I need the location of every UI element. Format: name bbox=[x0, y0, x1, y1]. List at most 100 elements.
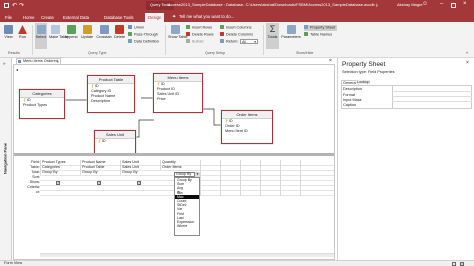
show-checkbox[interactable]: ✓ bbox=[97, 181, 101, 185]
mouse-pointer-icon: ↖ bbox=[177, 190, 182, 196]
field-row[interactable]: Price bbox=[154, 97, 202, 102]
grid-cell-total[interactable]: Group By bbox=[40, 170, 80, 176]
total-dropdown-list[interactable]: Group By Sum Avg Min Max Count StDev Var… bbox=[174, 177, 200, 236]
feedback-smiley-icon[interactable]: ☺ bbox=[422, 1, 428, 7]
field-row[interactable]: Menu Item ID bbox=[222, 129, 272, 134]
status-bar: Form View bbox=[0, 260, 474, 266]
view-switch-icon[interactable] bbox=[460, 262, 464, 266]
return-icon bbox=[220, 39, 224, 43]
append-icon bbox=[66, 25, 76, 34]
grid-cell-table[interactable]: Order Items bbox=[160, 165, 200, 171]
show-checkbox[interactable]: ✓ bbox=[56, 181, 60, 185]
property-sheet-title: Property Sheet bbox=[342, 61, 386, 68]
collapse-ribbon-icon[interactable]: ˄ bbox=[466, 50, 468, 55]
close-button[interactable]: × bbox=[463, 1, 467, 7]
table-diagram-area[interactable]: ◂ Categories ⚷ ID Product Types Product … bbox=[14, 65, 334, 153]
return-label: Return: bbox=[220, 39, 238, 45]
make-table-icon bbox=[51, 25, 60, 34]
property-row-label: Format bbox=[343, 93, 356, 97]
grid-cell-total[interactable]: Group By bbox=[80, 170, 120, 176]
minimize-button[interactable]: – bbox=[440, 1, 443, 7]
close-icon[interactable]: × bbox=[466, 60, 469, 66]
table-names-button[interactable]: Table Names bbox=[304, 32, 332, 38]
insert-rows-button[interactable]: Insert Rows bbox=[186, 25, 212, 31]
parameters-button[interactable]: Parameters bbox=[281, 25, 301, 39]
row-label-or: or: bbox=[35, 190, 40, 194]
delete-rows-icon bbox=[186, 32, 190, 36]
return-dropdown[interactable]: All ▾ bbox=[240, 39, 258, 44]
table-product-table-title[interactable]: Product Table bbox=[88, 76, 134, 84]
run-icon bbox=[18, 25, 27, 34]
tab-lookup[interactable]: Lookup bbox=[356, 80, 371, 84]
view-switch-icon[interactable] bbox=[452, 262, 456, 266]
grid-empty-column[interactable] bbox=[240, 160, 260, 196]
grid-horizontal-scrollbar[interactable] bbox=[40, 253, 334, 257]
diagram-scroll-left-icon[interactable]: ◂ bbox=[16, 67, 18, 72]
group-separator bbox=[263, 25, 264, 55]
field-row[interactable]: Product Types bbox=[20, 103, 64, 108]
dropdown-option[interactable]: Where bbox=[175, 224, 199, 228]
pane-splitter[interactable] bbox=[14, 153, 334, 156]
table-product-table[interactable]: Product Table ⚷ ID Category ID Product N… bbox=[87, 75, 135, 113]
expand-arrow-icon[interactable]: » bbox=[3, 61, 6, 66]
make-table-button[interactable]: Make Table bbox=[49, 25, 68, 39]
grid-empty-column[interactable] bbox=[200, 160, 220, 196]
tab-file[interactable]: File bbox=[2, 13, 15, 22]
run-button[interactable]: Run bbox=[17, 25, 28, 39]
table-categories-title[interactable]: Categories bbox=[20, 90, 64, 98]
maximize-button[interactable] bbox=[451, 3, 456, 8]
redo-icon[interactable]: ↷ bbox=[19, 2, 24, 9]
table-names-icon bbox=[304, 32, 308, 36]
grid-empty-column[interactable] bbox=[220, 160, 240, 196]
property-grid: Description Format Input Mask Caption bbox=[341, 85, 472, 109]
tab-external-data[interactable]: External Data bbox=[60, 13, 92, 22]
pass-through-icon bbox=[128, 32, 132, 36]
property-sheet-button[interactable]: Property Sheet bbox=[304, 25, 338, 31]
table-categories[interactable]: Categories ⚷ ID Product Types bbox=[19, 89, 65, 119]
totals-button[interactable]: Σ Totals bbox=[266, 23, 279, 49]
tab-database-tools[interactable]: Database Tools bbox=[101, 13, 137, 22]
append-button[interactable]: Append bbox=[64, 25, 78, 39]
update-button[interactable]: Update bbox=[80, 25, 94, 39]
tell-me-search[interactable]: Tell me what you want to do... bbox=[179, 14, 234, 20]
user-name[interactable]: Akshay Magre bbox=[397, 2, 423, 8]
delete-columns-button[interactable]: Delete Columns bbox=[220, 32, 253, 38]
insert-columns-button[interactable]: Insert Columns bbox=[220, 25, 252, 31]
grid-empty-column[interactable] bbox=[300, 160, 320, 196]
show-table-icon bbox=[170, 25, 180, 34]
field-row[interactable]: Description bbox=[88, 99, 134, 104]
query-type-group-label: Query Type bbox=[88, 51, 107, 55]
field-row[interactable]: ⚷ ID bbox=[95, 139, 135, 144]
table-order-items-title[interactable]: Order Items bbox=[222, 111, 272, 119]
data-definition-button[interactable]: Data Definition bbox=[128, 39, 159, 45]
grid-empty-column[interactable] bbox=[260, 160, 280, 196]
union-button[interactable]: Union bbox=[128, 25, 144, 31]
table-menu-items-title[interactable]: Menu Items bbox=[154, 74, 202, 82]
property-value-cell[interactable] bbox=[392, 102, 472, 108]
undo-icon[interactable]: ↶ bbox=[12, 2, 17, 9]
show-table-button[interactable]: Show Table bbox=[168, 25, 188, 39]
delete-rows-button[interactable]: Delete Rows bbox=[186, 32, 214, 38]
grid-empty-column[interactable] bbox=[280, 160, 300, 196]
table-menu-items[interactable]: Menu Items ⚷ ID Product ID Sales Unit ID… bbox=[153, 73, 203, 113]
view-icon bbox=[4, 25, 13, 34]
table-order-items[interactable]: Order Items ⚷ ID Order ID Menu Item ID bbox=[221, 110, 273, 144]
grid-cell-total[interactable]: Group By bbox=[120, 170, 160, 176]
select-query-button[interactable]: Select bbox=[35, 23, 47, 49]
crosstab-button[interactable]: Crosstab bbox=[96, 25, 112, 39]
builder-button[interactable]: Builder bbox=[186, 39, 204, 45]
save-icon[interactable] bbox=[4, 3, 9, 8]
selection-type-label: Selection type: Field Properties bbox=[342, 70, 395, 74]
delete-query-button[interactable]: Delete bbox=[113, 25, 126, 39]
show-checkbox[interactable]: ✓ bbox=[137, 181, 141, 185]
tab-home[interactable]: Home bbox=[20, 13, 37, 22]
sigma-icon: Σ bbox=[269, 24, 276, 34]
chevron-down-icon: ▾ bbox=[254, 40, 256, 44]
pass-through-button[interactable]: Pass-Through bbox=[128, 32, 158, 38]
window-title: Access2013_SampleDatabase : Database- C:… bbox=[168, 2, 378, 7]
table-sales-unit-title[interactable]: Sales Unit bbox=[95, 131, 135, 139]
view-button[interactable]: View bbox=[3, 25, 14, 39]
table-sales-unit[interactable]: Sales Unit ⚷ ID bbox=[94, 130, 136, 153]
tab-design[interactable]: Design bbox=[145, 13, 165, 22]
tab-create[interactable]: Create bbox=[38, 13, 57, 22]
